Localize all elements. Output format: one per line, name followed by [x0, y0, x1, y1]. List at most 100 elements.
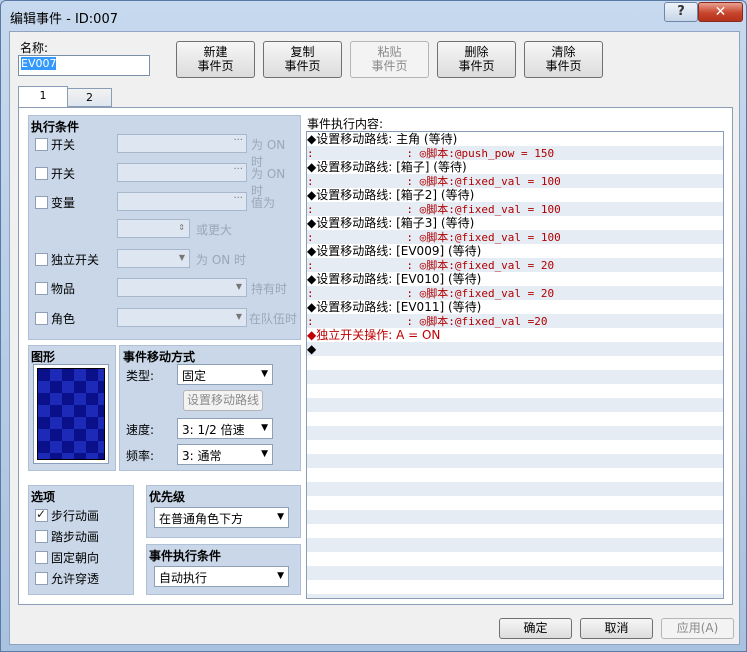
event-command-list[interactable]: ◆设置移动路线: 主角 (等待): : ◎脚本:@push_pow = 150 ◆…: [306, 131, 724, 599]
dialog-client: 名称: EV007 新建 事件页 复制 事件页 粘贴 事件页 删除 事件页 清除…: [9, 31, 740, 645]
command-row[interactable]: : : ◎脚本:@fixed_val = 20: [307, 258, 723, 272]
graphic-title: 图形: [31, 350, 56, 364]
tab-page-1[interactable]: 1: [18, 86, 68, 108]
command-detail: : : ◎脚本:@fixed_val = 100: [307, 231, 561, 244]
command-row[interactable]: ◆设置移动路线: [EV009] (等待): [307, 244, 723, 258]
event-editor-window: 编辑事件 - ID:007 ? ✕ 名称: EV007 新建 事件页 复制 事件…: [0, 0, 747, 652]
move-freq-label: 频率:: [126, 449, 155, 463]
self-switch-combo[interactable]: ▼: [117, 249, 190, 268]
variable-suffix: 值为: [251, 196, 276, 210]
help-button[interactable]: ?: [664, 2, 698, 22]
actor-checkbox[interactable]: [35, 312, 48, 325]
copy-page-button[interactable]: 复制 事件页: [263, 41, 342, 78]
chevron-down-icon: ▼: [261, 423, 268, 433]
dir-fix-label: 固定朝向: [51, 551, 100, 565]
command-row[interactable]: : : ◎脚本:@fixed_val = 100: [307, 230, 723, 244]
move-freq-combo[interactable]: 3: 通常 ▼: [177, 444, 273, 465]
clear-page-label-1: 清除: [551, 45, 576, 59]
switch2-selector[interactable]: ···: [117, 163, 247, 182]
step-anim-checkbox[interactable]: [35, 530, 48, 543]
delete-page-button[interactable]: 删除 事件页: [437, 41, 516, 78]
self-switch-suffix: 为 ON 时: [196, 253, 247, 267]
new-page-button[interactable]: 新建 事件页: [176, 41, 255, 78]
command-detail: : : ◎脚本:@fixed_val =20: [307, 315, 548, 328]
trigger-combo[interactable]: 自动执行 ▼: [154, 566, 289, 587]
command-row[interactable]: ◆设置移动路线: [箱子] (等待): [307, 160, 723, 174]
browse-icon: ···: [233, 135, 243, 146]
item-checkbox[interactable]: [35, 282, 48, 295]
command-text: ◆设置移动路线: [箱子2] (等待): [307, 188, 475, 202]
variable-label: 变量: [51, 196, 76, 210]
command-text: ◆设置移动路线: [EV011] (等待): [307, 300, 482, 314]
through-checkbox[interactable]: [35, 572, 48, 585]
self-switch-checkbox[interactable]: [35, 253, 48, 266]
through-label: 允许穿透: [51, 572, 100, 586]
command-row[interactable]: : : ◎脚本:@fixed_val = 100: [307, 174, 723, 188]
command-text: ◆独立开关操作: A = ON: [307, 328, 441, 342]
move-route-button[interactable]: 设置移动路线: [183, 390, 263, 411]
trigger-panel: 事件执行条件 自动执行 ▼: [146, 544, 301, 595]
command-row[interactable]: ◆设置移动路线: [EV010] (等待): [307, 272, 723, 286]
command-text: ◆: [307, 342, 317, 356]
chevron-down-icon: ▼: [261, 369, 268, 379]
walk-anim-checkbox[interactable]: [35, 507, 48, 522]
command-row[interactable]: : : ◎脚本:@push_pow = 150: [307, 146, 723, 160]
switch2-checkbox[interactable]: [35, 167, 48, 180]
name-field[interactable]: EV007: [18, 55, 150, 76]
apply-button[interactable]: 应用(A): [661, 618, 734, 639]
command-text: ◆设置移动路线: [EV010] (等待): [307, 272, 482, 286]
event-content-label: 事件执行内容:: [307, 117, 384, 131]
close-button[interactable]: ✕: [698, 2, 743, 22]
variable-checkbox[interactable]: [35, 196, 48, 209]
copy-page-label-2: 事件页: [284, 59, 321, 73]
title-bar[interactable]: 编辑事件 - ID:007 ? ✕: [1, 1, 746, 31]
name-value: EV007: [21, 57, 57, 70]
move-speed-label: 速度:: [126, 423, 155, 437]
paste-page-label-2: 事件页: [371, 59, 408, 73]
self-switch-label: 独立开关: [51, 253, 100, 267]
switch1-checkbox[interactable]: [35, 138, 48, 151]
trigger-value: 自动执行: [159, 571, 208, 585]
command-detail: : : ◎脚本:@push_pow = 150: [307, 147, 555, 160]
priority-panel: 优先级 在普通角色下方 ▼: [146, 485, 301, 538]
new-page-label-1: 新建: [203, 45, 228, 59]
command-text: ◆设置移动路线: [箱子3] (等待): [307, 216, 475, 230]
command-row[interactable]: : : ◎脚本:@fixed_val =20: [307, 314, 723, 328]
delete-page-label-1: 删除: [464, 45, 489, 59]
options-panel: 选项 步行动画 踏步动画 固定朝向 允许穿透: [28, 485, 134, 595]
priority-combo[interactable]: 在普通角色下方 ▼: [154, 507, 289, 528]
move-speed-value: 3: 1/2 倍速: [182, 423, 245, 437]
variable-value-spinner[interactable]: ⇕: [117, 219, 190, 238]
command-row[interactable]: : : ◎脚本:@fixed_val = 20: [307, 286, 723, 300]
command-row[interactable]: ◆独立开关操作: A = ON: [307, 328, 723, 342]
actor-combo[interactable]: ▼: [117, 308, 247, 327]
cancel-button[interactable]: 取消: [580, 618, 653, 639]
ok-button[interactable]: 确定: [499, 618, 572, 639]
command-row[interactable]: ◆设置移动路线: 主角 (等待): [307, 132, 723, 146]
command-row[interactable]: ◆设置移动路线: [箱子3] (等待): [307, 216, 723, 230]
move-speed-combo[interactable]: 3: 1/2 倍速 ▼: [177, 418, 273, 439]
command-row[interactable]: ◆设置移动路线: [箱子2] (等待): [307, 188, 723, 202]
command-detail: : : ◎脚本:@fixed_val = 100: [307, 203, 561, 216]
command-row[interactable]: ◆: [307, 342, 723, 356]
tab-page-2[interactable]: 2: [67, 88, 112, 107]
paste-page-button[interactable]: 粘贴 事件页: [350, 41, 429, 78]
move-type-combo[interactable]: 固定 ▼: [177, 364, 273, 385]
item-label: 物品: [51, 282, 76, 296]
command-row[interactable]: ◆设置移动路线: [EV011] (等待): [307, 300, 723, 314]
command-detail: : : ◎脚本:@fixed_val = 20: [307, 287, 555, 300]
conditions-panel: 执行条件 开关 ··· 为 ON 时 开关 ··· 为 ON 时 变量 ··· …: [28, 115, 301, 340]
command-detail: : : ◎脚本:@fixed_val = 20: [307, 259, 555, 272]
delete-page-label-2: 事件页: [458, 59, 495, 73]
variable-selector[interactable]: ···: [117, 192, 247, 211]
graphic-preview[interactable]: [33, 364, 109, 464]
switch1-selector[interactable]: ···: [117, 134, 247, 153]
move-type-label: 类型:: [126, 369, 155, 383]
new-page-label-2: 事件页: [197, 59, 234, 73]
chevron-down-icon: ▼: [277, 512, 284, 522]
command-row[interactable]: : : ◎脚本:@fixed_val = 100: [307, 202, 723, 216]
clear-page-button[interactable]: 清除 事件页: [524, 41, 603, 78]
command-text: ◆设置移动路线: 主角 (等待): [307, 132, 458, 146]
dir-fix-checkbox[interactable]: [35, 551, 48, 564]
item-combo[interactable]: ▼: [117, 278, 247, 297]
